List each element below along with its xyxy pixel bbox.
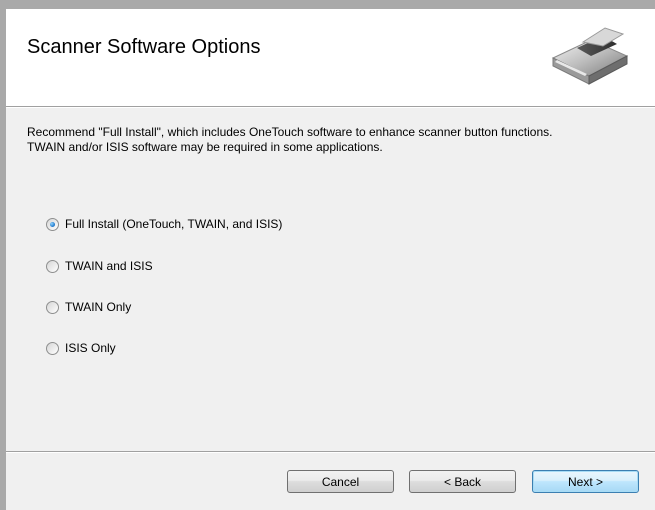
back-button[interactable]: < Back [409, 470, 516, 493]
option-label: TWAIN Only [65, 300, 132, 314]
install-description: Recommend "Full Install", which includes… [27, 125, 647, 155]
next-button[interactable]: Next > [532, 470, 639, 493]
option-twain-and-isis[interactable]: TWAIN and ISIS [46, 258, 153, 274]
option-label: Full Install (OneTouch, TWAIN, and ISIS) [65, 217, 283, 231]
option-twain-only[interactable]: TWAIN Only [46, 299, 131, 315]
cancel-button[interactable]: Cancel [287, 470, 394, 493]
radio-unselected-icon[interactable] [46, 341, 59, 355]
option-full-install[interactable]: Full Install (OneTouch, TWAIN, and ISIS) [46, 216, 282, 232]
page-title: Scanner Software Options [27, 36, 261, 58]
option-label: ISIS Only [65, 341, 116, 355]
radio-unselected-icon[interactable] [46, 259, 59, 273]
dialog-header: Scanner Software Options [6, 9, 655, 106]
installer-dialog: Scanner Software Options Recommend "Full… [0, 0, 655, 510]
description-line-1: Recommend "Full Install", which includes… [27, 125, 553, 139]
radio-unselected-icon[interactable] [46, 300, 59, 314]
dialog-footer: Cancel < Back Next > [6, 453, 655, 510]
dialog-body: Recommend "Full Install", which includes… [6, 108, 655, 451]
radio-selected-icon[interactable] [46, 217, 59, 231]
option-isis-only[interactable]: ISIS Only [46, 340, 116, 356]
description-line-2: TWAIN and/or ISIS software may be requir… [27, 140, 383, 154]
scanner-icon [551, 27, 629, 85]
option-label: TWAIN and ISIS [65, 259, 153, 273]
